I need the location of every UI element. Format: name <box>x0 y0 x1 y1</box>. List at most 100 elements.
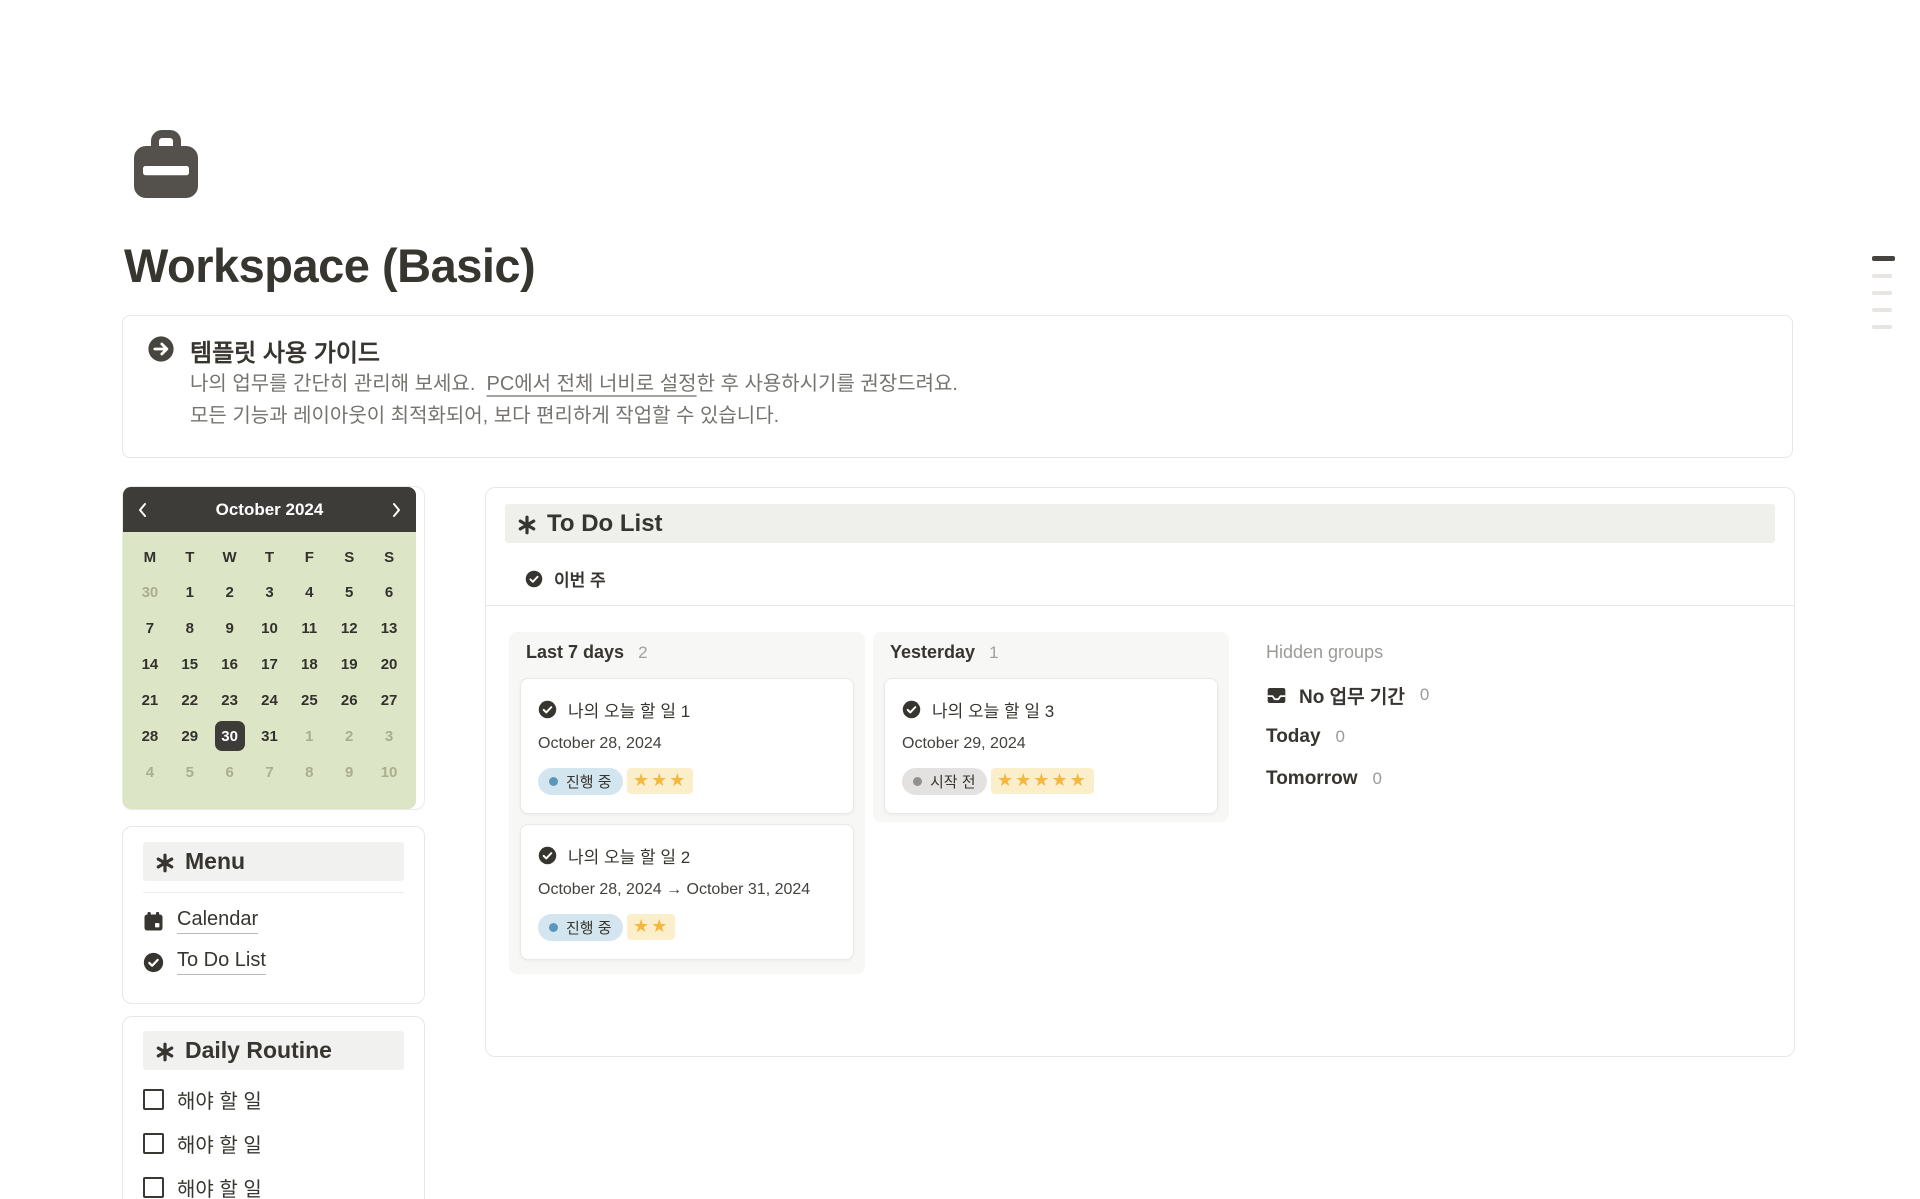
calendar-day[interactable]: 8 <box>289 754 329 790</box>
calendar-day[interactable]: 5 <box>170 754 210 790</box>
calendar-day[interactable]: 7 <box>130 610 170 646</box>
calendar-day[interactable]: 31 <box>250 718 290 754</box>
calendar-weekday: T <box>250 541 290 574</box>
status-label: 진행 중 <box>566 771 612 792</box>
board-column-yesterday: Yesterday 1 나의 오늘 할 일 3 October 29, 2024… <box>873 632 1229 822</box>
calendar-day[interactable]: 26 <box>329 682 369 718</box>
calendar-day[interactable]: 22 <box>170 682 210 718</box>
calendar-day[interactable]: 3 <box>250 574 290 610</box>
calendar-day[interactable]: 15 <box>170 646 210 682</box>
toc-bar-active[interactable] <box>1872 256 1895 261</box>
daily-routine-title: Daily Routine <box>185 1037 332 1064</box>
calendar-widget: October 2024 MTWTFSS30123456789101112131… <box>122 486 425 810</box>
check-circle-icon <box>902 700 921 719</box>
calendar-day[interactable]: 2 <box>210 574 250 610</box>
column-header[interactable]: Yesterday 1 <box>884 642 1218 666</box>
calendar-day[interactable]: 18 <box>289 646 329 682</box>
calendar-day-selected[interactable]: 30 <box>210 718 250 754</box>
calendar-day[interactable]: 2 <box>329 718 369 754</box>
calendar-day[interactable]: 21 <box>130 682 170 718</box>
callout-line1: 나의 업무를 간단히 관리해 보세요. PC에서 전체 너비로 설정한 후 사용… <box>190 368 958 400</box>
column-header[interactable]: Last 7 days 2 <box>520 642 854 666</box>
calendar-day[interactable]: 9 <box>329 754 369 790</box>
toc-bar[interactable] <box>1872 291 1892 295</box>
menu-item-label: Calendar <box>177 908 258 934</box>
task-card[interactable]: 나의 오늘 할 일 3 October 29, 2024 시작 전 ★★★★★ <box>884 678 1218 814</box>
calendar-day[interactable]: 10 <box>369 754 409 790</box>
callout-line1-pre: 나의 업무를 간단히 관리해 보세요. <box>190 373 487 395</box>
status-dot-icon <box>549 923 558 932</box>
check-circle-icon <box>525 570 543 588</box>
calendar-day[interactable]: 17 <box>250 646 290 682</box>
calendar-month-label: October 2024 <box>216 500 324 520</box>
calendar-header: October 2024 <box>123 487 416 532</box>
checkbox-unchecked[interactable] <box>143 1133 164 1154</box>
briefcase-icon[interactable] <box>130 128 202 204</box>
calendar-body: MTWTFSS301234567891011121314151617181920… <box>123 532 416 809</box>
calendar-day[interactable]: 6 <box>369 574 409 610</box>
calendar-day[interactable]: 8 <box>170 610 210 646</box>
calendar-day[interactable]: 6 <box>210 754 250 790</box>
hidden-group-today[interactable]: Today 0 <box>1266 724 1686 750</box>
calendar-day[interactable]: 24 <box>250 682 290 718</box>
calendar-day[interactable]: 3 <box>369 718 409 754</box>
calendar-day[interactable]: 1 <box>289 718 329 754</box>
calendar-day[interactable]: 7 <box>250 754 290 790</box>
toc-bar[interactable] <box>1872 325 1892 329</box>
view-tab-this-week[interactable]: 이번 주 <box>525 566 1794 591</box>
calendar-weekday: M <box>130 541 170 574</box>
full-width-setting-link[interactable]: PC에서 전체 너비로 설정 <box>487 373 697 395</box>
checkbox-unchecked[interactable] <box>143 1089 164 1110</box>
to-do-list-header: To Do List <box>505 504 1775 543</box>
hidden-groups-panel: Hidden groups No 업무 기간 0 Today 0 <box>1266 632 1686 792</box>
menu-item-calendar[interactable]: Calendar <box>143 908 404 934</box>
menu-item-to-do-list[interactable]: To Do List <box>143 949 404 975</box>
task-card[interactable]: 나의 오늘 할 일 1 October 28, 2024 진행 중 ★★★ <box>520 678 854 814</box>
calendar-icon <box>143 911 164 932</box>
calendar-day[interactable]: 12 <box>329 610 369 646</box>
calendar-day[interactable]: 14 <box>130 646 170 682</box>
calendar-grid: MTWTFSS301234567891011121314151617181920… <box>130 541 409 790</box>
calendar-weekday: F <box>289 541 329 574</box>
calendar-day[interactable]: 4 <box>130 754 170 790</box>
calendar-day[interactable]: 19 <box>329 646 369 682</box>
calendar-day[interactable]: 20 <box>369 646 409 682</box>
calendar-day[interactable]: 5 <box>329 574 369 610</box>
calendar-day[interactable]: 30 <box>130 574 170 610</box>
calendar-day[interactable]: 9 <box>210 610 250 646</box>
hidden-group-count: 0 <box>1336 727 1345 747</box>
toc-bar[interactable] <box>1872 308 1892 312</box>
status-badge: 진행 중 <box>538 914 623 941</box>
status-badge: 진행 중 <box>538 768 623 795</box>
calendar-day[interactable]: 27 <box>369 682 409 718</box>
calendar-day[interactable]: 10 <box>250 610 290 646</box>
divider <box>486 605 1794 606</box>
hidden-group-count: 0 <box>1420 685 1429 705</box>
calendar-prev-button[interactable] <box>125 487 159 532</box>
calendar-day[interactable]: 1 <box>170 574 210 610</box>
task-card[interactable]: 나의 오늘 할 일 2 October 28, 2024 → October 3… <box>520 824 854 960</box>
calendar-day[interactable]: 4 <box>289 574 329 610</box>
calendar-day[interactable]: 16 <box>210 646 250 682</box>
table-of-contents-indicator[interactable] <box>1872 256 1895 329</box>
star-rating: ★★ <box>627 914 675 940</box>
calendar-day[interactable]: 29 <box>170 718 210 754</box>
notion-page: Workspace (Basic) 템플릿 사용 가이드 나의 업무를 간단히 … <box>0 0 1920 1199</box>
calendar-day[interactable]: 11 <box>289 610 329 646</box>
asterisk-icon <box>155 852 175 872</box>
calendar-day[interactable]: 13 <box>369 610 409 646</box>
board-view: Last 7 days 2 나의 오늘 할 일 1 October 28, 20… <box>509 632 1794 974</box>
task-title: 나의 오늘 할 일 3 <box>932 697 1054 722</box>
calendar-day[interactable]: 23 <box>210 682 250 718</box>
task-date: October 29, 2024 <box>902 735 1200 755</box>
toc-bar[interactable] <box>1872 274 1892 278</box>
checkbox-unchecked[interactable] <box>143 1177 164 1198</box>
hidden-group-no-date[interactable]: No 업무 기간 0 <box>1266 682 1686 708</box>
calendar-day[interactable]: 28 <box>130 718 170 754</box>
hidden-group-tomorrow[interactable]: Tomorrow 0 <box>1266 766 1686 792</box>
check-circle-icon <box>538 700 557 719</box>
template-guide-callout: 템플릿 사용 가이드 나의 업무를 간단히 관리해 보세요. PC에서 전체 너… <box>122 315 1793 458</box>
calendar-next-button[interactable] <box>380 487 414 532</box>
calendar-day[interactable]: 25 <box>289 682 329 718</box>
daily-routine-header: Daily Routine <box>143 1031 404 1070</box>
